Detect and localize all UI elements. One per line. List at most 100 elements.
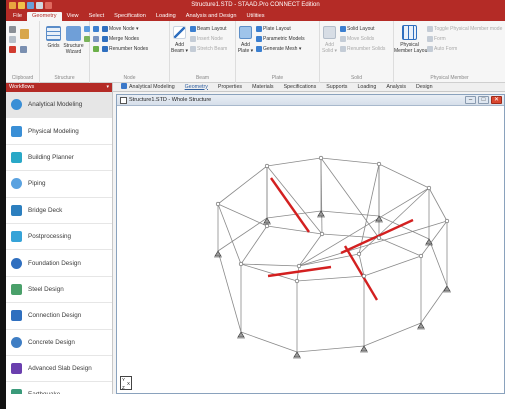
beam-member-32[interactable] bbox=[266, 165, 323, 235]
parametric-models-button[interactable]: Parametric Models bbox=[256, 36, 305, 42]
tab-view[interactable]: View bbox=[62, 12, 84, 21]
tab-geometry[interactable]: Geometry bbox=[27, 12, 62, 21]
auto-form-button[interactable]: Auto Form bbox=[427, 46, 457, 52]
page-tab-properties[interactable]: Properties bbox=[213, 83, 247, 92]
beam-member-42[interactable] bbox=[296, 265, 300, 282]
beam-member-19[interactable] bbox=[363, 322, 422, 347]
merge-nodes-button[interactable]: Merge Nodes bbox=[102, 36, 139, 42]
node-8[interactable] bbox=[294, 278, 300, 284]
beam-member-44[interactable] bbox=[240, 263, 300, 267]
beam-member-34[interactable] bbox=[320, 157, 380, 239]
beam-member-38[interactable] bbox=[298, 187, 430, 267]
plate-layout-button[interactable]: Plate Layout bbox=[256, 26, 291, 32]
page-tab-analysis[interactable]: Analysis bbox=[381, 83, 411, 92]
add-beam-button[interactable]: Add Beam ▾ bbox=[170, 42, 189, 54]
support-icon[interactable] bbox=[214, 250, 222, 258]
cut-icon[interactable] bbox=[9, 26, 16, 33]
workflow-item-advanced-slab-design[interactable]: Advanced Slab Design bbox=[6, 356, 112, 383]
beam-member-0[interactable] bbox=[217, 165, 268, 205]
page-tab-analytical-modeling[interactable]: Analytical Modeling bbox=[116, 82, 180, 92]
node-10[interactable] bbox=[264, 223, 270, 229]
selected-beam-member-0[interactable] bbox=[270, 177, 310, 233]
workflow-item-concrete-design[interactable]: Concrete Design bbox=[6, 330, 112, 356]
structure-wizard-icon[interactable] bbox=[66, 26, 81, 41]
beam-member-48[interactable] bbox=[298, 233, 323, 267]
node-12[interactable] bbox=[376, 235, 382, 241]
node-1[interactable] bbox=[264, 163, 270, 169]
node-9[interactable] bbox=[238, 261, 244, 267]
structure-viewport-window[interactable]: Structure1.STD - Whole Structure – □ ✕ Y… bbox=[116, 94, 505, 394]
tab-file[interactable]: File bbox=[8, 12, 27, 21]
selected-beam-member-2[interactable] bbox=[267, 265, 332, 278]
move-nodes-button[interactable]: Move Node ▾ bbox=[102, 26, 138, 32]
workflow-item-postprocessing[interactable]: Postprocessing bbox=[6, 224, 112, 251]
beam-member-46[interactable] bbox=[321, 233, 380, 239]
beam-member-15[interactable] bbox=[420, 220, 448, 257]
beam-member-25[interactable] bbox=[240, 331, 298, 353]
page-tab-specifications[interactable]: Specifications bbox=[279, 83, 322, 92]
node-tool-icon-2[interactable] bbox=[93, 36, 99, 42]
workflow-item-physical-modeling[interactable]: Physical Modeling bbox=[6, 118, 112, 145]
beam-member-3[interactable] bbox=[266, 157, 322, 167]
form-button[interactable]: Form bbox=[427, 36, 446, 42]
node-7[interactable] bbox=[361, 273, 367, 279]
minimize-button[interactable]: – bbox=[465, 96, 476, 104]
page-tab-geometry[interactable]: Geometry bbox=[180, 83, 213, 92]
workflow-item-piping[interactable]: Piping bbox=[6, 171, 112, 198]
beam-member-16[interactable] bbox=[420, 285, 448, 324]
solid-layout-button[interactable]: Solid Layout bbox=[340, 26, 375, 32]
support-icon[interactable] bbox=[293, 351, 301, 359]
toggle-physical-member-button[interactable]: Toggle Physical Member mode bbox=[427, 26, 502, 32]
page-tab-supports[interactable]: Supports bbox=[321, 83, 352, 92]
node-6[interactable] bbox=[418, 253, 424, 259]
support-icon[interactable] bbox=[317, 210, 325, 218]
grids-icon[interactable] bbox=[46, 26, 61, 41]
workflow-item-foundation-design[interactable]: Foundation Design bbox=[6, 250, 112, 277]
node-14[interactable] bbox=[356, 251, 362, 257]
workflow-item-analytical-modeling[interactable]: Analytical Modeling bbox=[6, 92, 112, 119]
insert-node-button[interactable]: Insert Node bbox=[190, 36, 223, 42]
beam-member-9[interactable] bbox=[378, 163, 430, 189]
add-beam-icon[interactable] bbox=[173, 26, 186, 39]
page-tab-design[interactable]: Design bbox=[411, 83, 438, 92]
workflow-item-steel-design[interactable]: Steel Design bbox=[6, 277, 112, 304]
node-4[interactable] bbox=[426, 185, 432, 191]
beam-member-12[interactable] bbox=[428, 187, 448, 222]
node-5[interactable] bbox=[444, 218, 450, 224]
tab-select[interactable]: Select bbox=[84, 12, 110, 21]
beam-member-7[interactable] bbox=[320, 210, 380, 217]
support-icon[interactable] bbox=[360, 345, 368, 353]
delete-icon[interactable] bbox=[9, 46, 16, 53]
node-13[interactable] bbox=[296, 263, 302, 269]
beam-member-43[interactable] bbox=[240, 225, 268, 265]
renumber-nodes-button[interactable]: Renumber Nodes bbox=[102, 46, 148, 52]
move-solids-button[interactable]: Move Solids bbox=[340, 36, 374, 42]
node-2[interactable] bbox=[318, 155, 324, 161]
beam-member-21[interactable] bbox=[296, 275, 365, 282]
beam-member-40[interactable] bbox=[378, 237, 422, 257]
node-tool-icon-3[interactable] bbox=[93, 46, 99, 52]
pin-icon[interactable]: ▾ bbox=[106, 83, 109, 92]
copy-icon[interactable] bbox=[9, 36, 16, 43]
physical-member-layout-icon[interactable] bbox=[402, 25, 417, 40]
node-11[interactable] bbox=[319, 231, 325, 237]
stretch-beam-button[interactable]: Stretch Beam bbox=[190, 46, 227, 52]
generate-mesh-button[interactable]: Generate Mesh ▾ bbox=[256, 46, 301, 52]
node-0[interactable] bbox=[215, 201, 221, 207]
node-tool-icon-1[interactable] bbox=[93, 26, 99, 32]
workflow-item-earthquake[interactable]: Earthquake bbox=[6, 382, 112, 394]
beam-member-39[interactable] bbox=[298, 220, 448, 267]
close-button[interactable]: ✕ bbox=[491, 96, 502, 104]
structure-model-canvas[interactable] bbox=[117, 106, 504, 393]
add-solid-button[interactable]: Add Solid ▾ bbox=[320, 42, 339, 54]
beam-member-28[interactable] bbox=[217, 250, 242, 333]
node-3[interactable] bbox=[376, 161, 382, 167]
beam-member-6[interactable] bbox=[320, 157, 380, 165]
paste-icon[interactable] bbox=[20, 29, 29, 39]
beam-member-45[interactable] bbox=[266, 225, 323, 235]
beam-member-10[interactable] bbox=[378, 215, 430, 240]
add-plate-icon[interactable] bbox=[239, 26, 252, 39]
support-icon[interactable] bbox=[263, 217, 271, 225]
beam-layout-button[interactable]: Beam Layout bbox=[190, 26, 226, 32]
workflow-item-bridge-deck[interactable]: Bridge Deck bbox=[6, 198, 112, 224]
